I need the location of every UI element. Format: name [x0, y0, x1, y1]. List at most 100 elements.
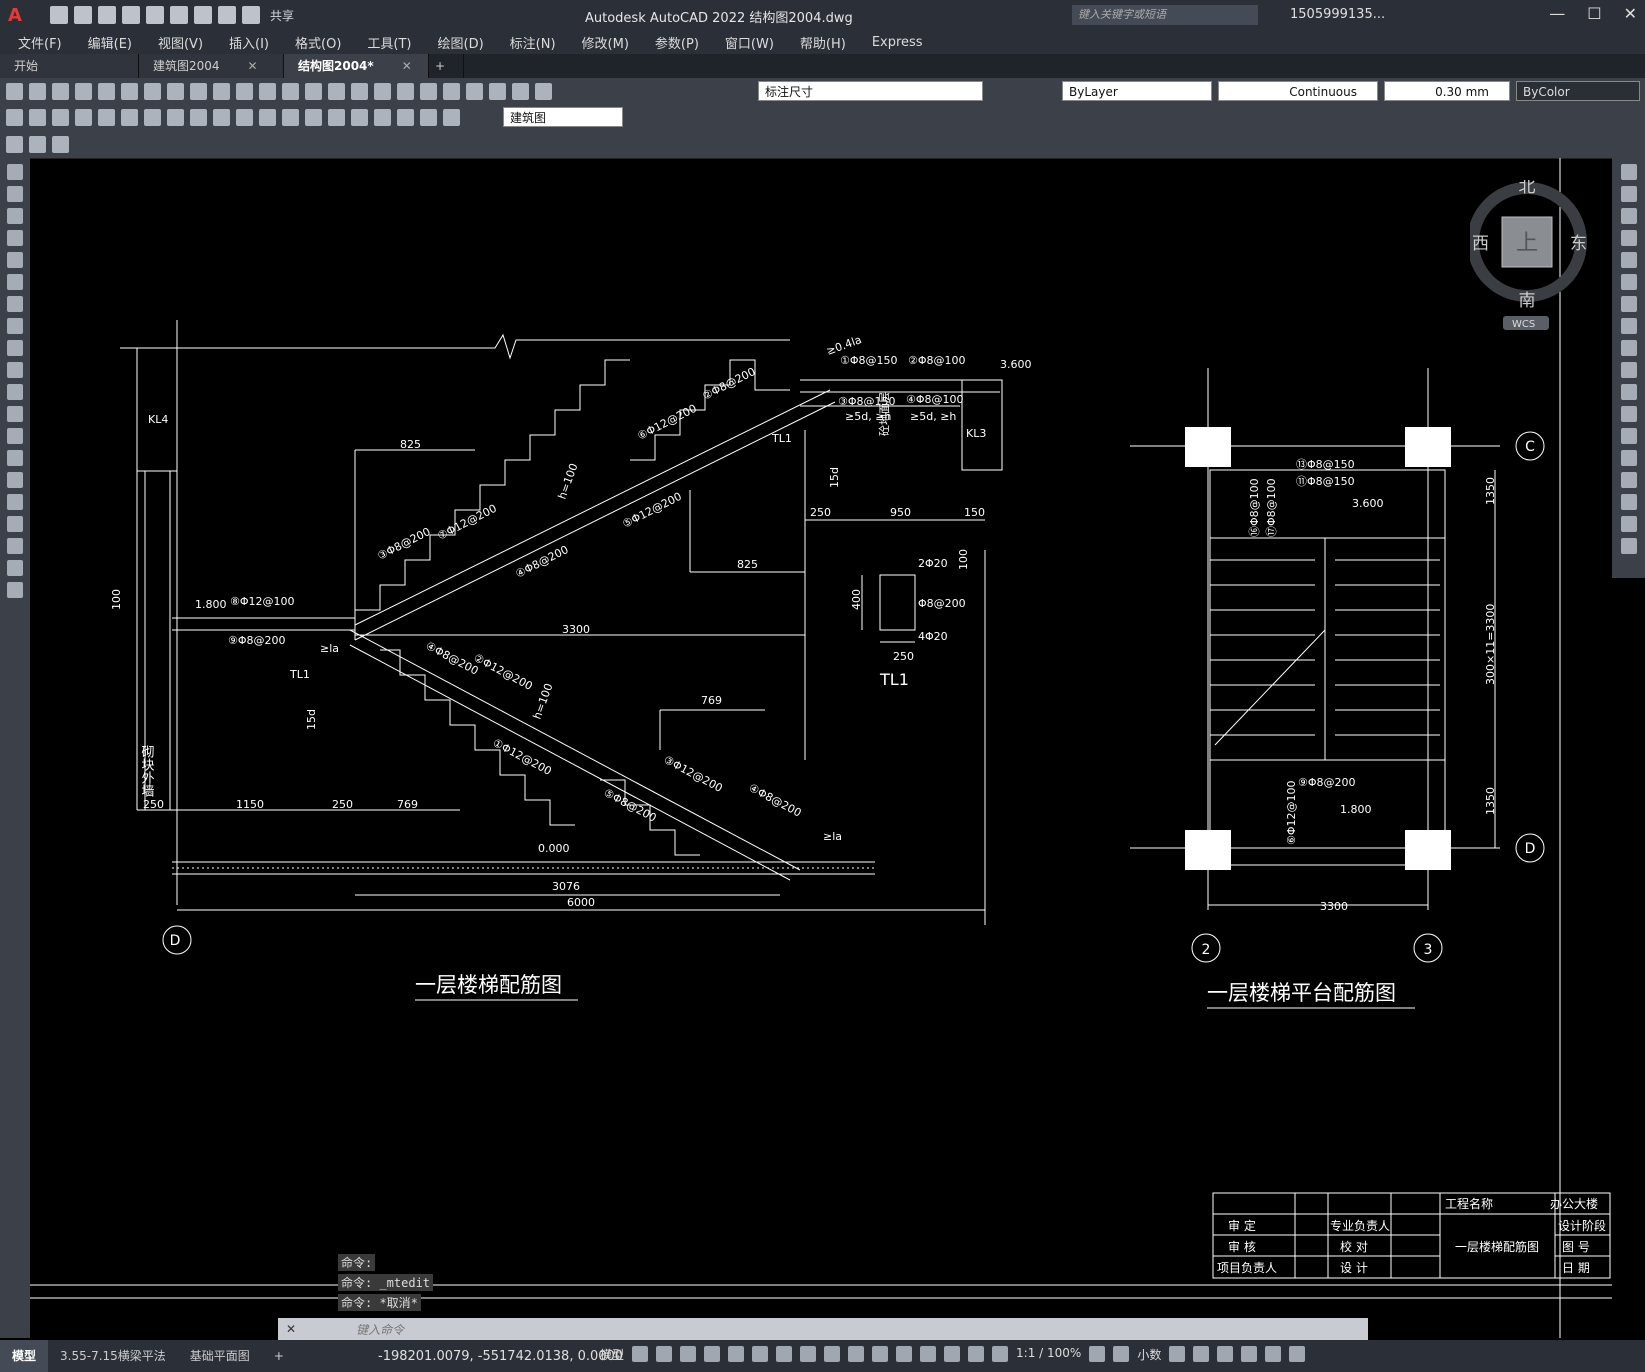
add-selected-icon[interactable] [7, 582, 23, 598]
color-select[interactable]: ByLayer [1062, 81, 1212, 101]
redo-icon[interactable] [259, 82, 276, 100]
undo-icon[interactable] [218, 6, 236, 24]
ortho-icon[interactable] [680, 1346, 697, 1362]
workspace-icon[interactable] [6, 135, 23, 153]
tab-start[interactable]: 开始 [0, 54, 139, 78]
snap-icon[interactable] [656, 1346, 673, 1362]
stretch-icon[interactable] [1620, 340, 1637, 356]
selection-cycling-icon[interactable] [848, 1346, 865, 1362]
plot-icon[interactable] [75, 82, 92, 100]
menu-view[interactable]: 视图(V) [158, 33, 203, 52]
save-as-icon[interactable] [122, 6, 140, 24]
lineweight-select[interactable]: 0.30 mm [1384, 81, 1510, 101]
quick-properties-icon[interactable] [1169, 1346, 1186, 1362]
space-dim-icon[interactable] [259, 108, 276, 126]
textstyle-select[interactable]: 建筑图 [503, 107, 623, 127]
radius-dim-icon[interactable] [98, 108, 115, 126]
viewcube-top[interactable]: 上 [1516, 231, 1538, 256]
ucs-menu[interactable]: WCS [1512, 319, 1535, 330]
app-logo[interactable]: A [8, 5, 32, 26]
menu-dimension[interactable]: 标注(N) [510, 33, 556, 52]
save-icon[interactable] [98, 6, 116, 24]
annotation-visibility-icon[interactable] [968, 1346, 985, 1362]
point-icon[interactable] [7, 450, 23, 466]
hatch-icon[interactable] [7, 472, 23, 488]
menu-window[interactable]: 窗口(W) [725, 33, 774, 52]
scale-icon[interactable] [1620, 318, 1637, 334]
break-dim-icon[interactable] [282, 108, 299, 126]
erase-icon[interactable] [1620, 164, 1637, 180]
model-space-toggle[interactable]: 模型 [600, 1346, 624, 1362]
aligned-dim-icon[interactable] [29, 108, 46, 126]
rotate-icon[interactable] [1620, 296, 1637, 312]
tab-layout-2[interactable]: 基础平面图 [178, 1340, 262, 1372]
fillet-icon[interactable] [1620, 494, 1637, 510]
insert-block-icon[interactable] [7, 406, 23, 422]
polar-icon[interactable] [704, 1346, 721, 1362]
lineweight-icon[interactable] [800, 1346, 817, 1362]
menu-file[interactable]: 文件(F) [18, 33, 62, 52]
continue-dim-icon[interactable] [236, 108, 253, 126]
polyline-icon[interactable] [7, 208, 23, 224]
auto-scale-icon[interactable] [992, 1346, 1009, 1362]
block-icon[interactable] [29, 135, 46, 153]
revcloud-icon[interactable] [7, 318, 23, 334]
menu-insert[interactable]: 插入(I) [229, 33, 269, 52]
arc-icon[interactable] [7, 274, 23, 290]
osnap-tracking-icon[interactable] [752, 1346, 769, 1362]
make-block-icon[interactable] [7, 428, 23, 444]
copy-object-icon[interactable] [1620, 186, 1637, 202]
lightbulb-icon[interactable] [535, 82, 552, 100]
help-icon[interactable] [489, 82, 506, 100]
array-icon[interactable] [1620, 252, 1637, 268]
blend-icon[interactable] [1620, 516, 1637, 532]
menu-edit[interactable]: 编辑(E) [88, 33, 132, 52]
close-icon[interactable]: ✕ [402, 59, 412, 73]
dynamic-ucs-icon[interactable] [896, 1346, 913, 1362]
coordinates-readout[interactable]: -198201.0079, -551742.0138, 0.0000 [378, 1349, 623, 1364]
viewcube-west[interactable]: 西 [1472, 234, 1489, 254]
units-select[interactable]: 小数 [1137, 1346, 1161, 1362]
new-icon[interactable] [50, 6, 68, 24]
zoom-icon[interactable] [305, 82, 322, 100]
construction-line-icon[interactable] [7, 186, 23, 202]
design-center-icon[interactable] [374, 82, 391, 100]
explode-icon[interactable] [1620, 538, 1637, 554]
copy-icon[interactable] [167, 82, 184, 100]
menu-parametric[interactable]: 参数(P) [655, 33, 699, 52]
extend-icon[interactable] [1620, 384, 1637, 400]
angular-dim-icon[interactable] [167, 108, 184, 126]
polygon-icon[interactable] [7, 230, 23, 246]
palettes-icon[interactable] [397, 82, 414, 100]
tolerance-icon[interactable] [305, 108, 322, 126]
new-icon[interactable] [6, 82, 23, 100]
menu-tools[interactable]: 工具(T) [367, 33, 411, 52]
search-input[interactable]: 键入关键字或短语 [1072, 5, 1258, 25]
gradient-icon[interactable] [7, 494, 23, 510]
maximize-button[interactable]: ☐ [1587, 4, 1601, 23]
markup-icon[interactable] [443, 82, 460, 100]
close-button[interactable]: ✕ [1624, 4, 1637, 23]
inspect-icon[interactable] [351, 108, 368, 126]
lock-ui-icon[interactable] [1193, 1346, 1210, 1362]
3d-osnap-icon[interactable] [872, 1346, 889, 1362]
mirror-icon[interactable] [1620, 208, 1637, 224]
clean-screen-icon[interactable] [1265, 1346, 1282, 1362]
layer-icon[interactable] [512, 82, 529, 100]
arc-dim-icon[interactable] [52, 108, 69, 126]
transparency-icon[interactable] [824, 1346, 841, 1362]
tab-layout-1[interactable]: 3.55-7.15横梁平法 [48, 1340, 178, 1372]
move-icon[interactable] [1620, 274, 1637, 290]
selection-filter-icon[interactable] [920, 1346, 937, 1362]
menu-format[interactable]: 格式(O) [295, 33, 341, 52]
break-icon[interactable] [1620, 428, 1637, 444]
gizmo-icon[interactable] [944, 1346, 961, 1362]
account-name[interactable]: 1505999135... [1290, 7, 1385, 22]
hardware-accel-icon[interactable] [1241, 1346, 1258, 1362]
jog-dim-icon[interactable] [121, 108, 138, 126]
viewcube-north[interactable]: 北 [1519, 180, 1536, 197]
ellipse-arc-icon[interactable] [7, 384, 23, 400]
gear-icon[interactable] [1089, 1346, 1106, 1362]
chamfer-icon[interactable] [1620, 472, 1637, 488]
osnap-icon[interactable] [776, 1346, 793, 1362]
